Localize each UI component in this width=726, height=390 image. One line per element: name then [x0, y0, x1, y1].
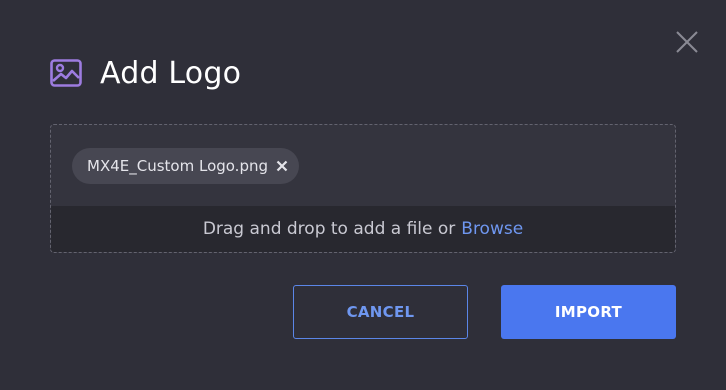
close-icon	[676, 31, 698, 53]
add-logo-dialog: Add Logo MX4E_Custom Logo.png Drag and d…	[0, 0, 726, 390]
cancel-button[interactable]: CANCEL	[293, 285, 468, 339]
file-dropzone[interactable]: MX4E_Custom Logo.png Drag and drop to ad…	[50, 124, 676, 253]
browse-link[interactable]: Browse	[461, 219, 523, 239]
drop-prompt-text: Drag and drop to add a file or	[202, 219, 456, 239]
image-icon	[50, 59, 82, 87]
file-chip-name: MX4E_Custom Logo.png	[87, 157, 268, 175]
dialog-title: Add Logo	[100, 55, 242, 91]
selected-files-area: MX4E_Custom Logo.png	[51, 125, 675, 206]
remove-x-icon	[276, 160, 288, 172]
dialog-header: Add Logo	[50, 54, 241, 92]
drop-prompt-bar: Drag and drop to add a file or Browse	[51, 206, 675, 252]
remove-file-button[interactable]	[276, 160, 288, 172]
file-chip: MX4E_Custom Logo.png	[72, 148, 299, 184]
import-button[interactable]: IMPORT	[501, 285, 676, 339]
close-button[interactable]	[674, 29, 700, 55]
